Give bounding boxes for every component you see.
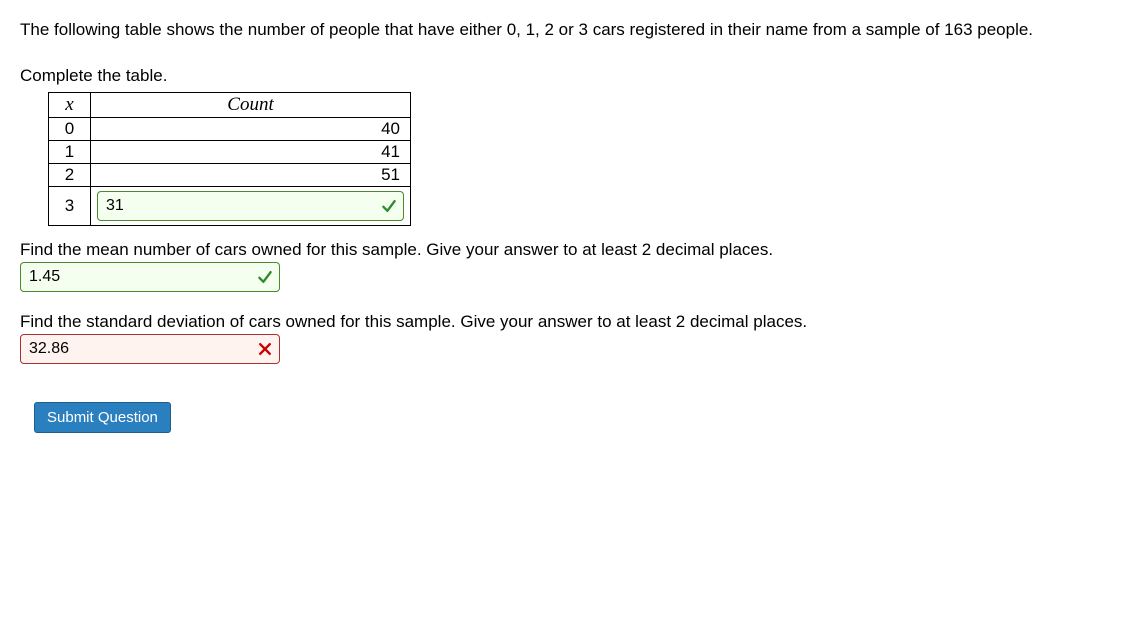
- table-row-input: 3 31: [49, 186, 411, 225]
- table-header-count: Count: [91, 92, 411, 117]
- check-icon: [257, 269, 273, 285]
- sd-input[interactable]: 32.86: [20, 334, 280, 364]
- data-table: x Count 0 40 1 41 2 51 3 31: [48, 92, 411, 226]
- check-icon: [381, 198, 397, 214]
- cell-x: 1: [49, 140, 91, 163]
- table-row: 2 51: [49, 163, 411, 186]
- complete-table-label: Complete the table.: [20, 66, 1104, 86]
- submit-button[interactable]: Submit Question: [34, 402, 171, 433]
- table-header-x: x: [49, 92, 91, 117]
- mean-question: Find the mean number of cars owned for t…: [20, 240, 1104, 260]
- cell-count: 51: [91, 163, 411, 186]
- cell-x: 3: [49, 186, 91, 225]
- data-table-wrap: x Count 0 40 1 41 2 51 3 31: [48, 92, 1104, 226]
- cell-x: 0: [49, 117, 91, 140]
- count-input[interactable]: 31: [97, 191, 404, 221]
- count-input-value: 31: [106, 197, 375, 215]
- cell-count: 41: [91, 140, 411, 163]
- table-row: 0 40: [49, 117, 411, 140]
- cell-x: 2: [49, 163, 91, 186]
- table-row: 1 41: [49, 140, 411, 163]
- problem-intro: The following table shows the number of …: [20, 18, 1104, 42]
- mean-input[interactable]: 1.45: [20, 262, 280, 292]
- sd-input-value: 32.86: [29, 340, 251, 358]
- mean-input-value: 1.45: [29, 268, 251, 286]
- cross-icon: [257, 341, 273, 357]
- sd-question: Find the standard deviation of cars owne…: [20, 312, 1104, 332]
- cell-count: 40: [91, 117, 411, 140]
